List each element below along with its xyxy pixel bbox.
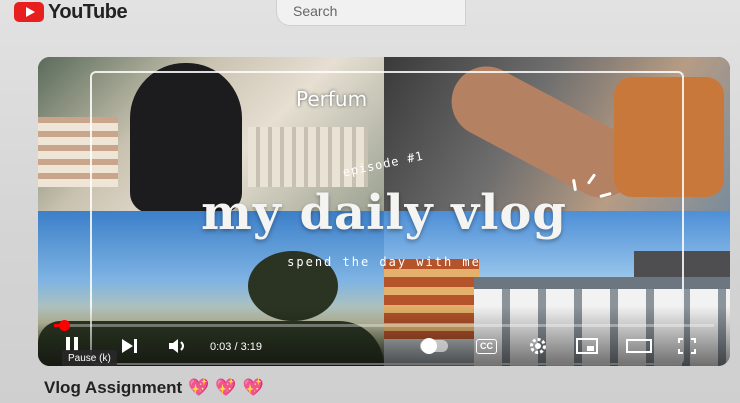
time-display: 0:03 / 3:19 [210, 341, 262, 353]
pause-tooltip: Pause (k) [62, 350, 117, 366]
next-icon [122, 339, 137, 353]
next-button[interactable] [120, 335, 138, 357]
fullscreen-button[interactable] [678, 335, 696, 357]
video-title: Vlog Assignment [44, 378, 183, 397]
current-time: 0:03 [210, 341, 232, 353]
autoplay-toggle-icon [420, 338, 448, 354]
overlay-label: Perfum [296, 87, 368, 111]
youtube-logo[interactable]: YouTube [14, 0, 128, 23]
heart-icon: 💖 [188, 378, 210, 397]
duration: 3:19 [240, 341, 263, 353]
progress-bar[interactable] [54, 320, 714, 331]
theater-mode-button[interactable] [626, 335, 652, 357]
autoplay-toggle[interactable] [420, 335, 448, 357]
progress-thumb[interactable] [58, 320, 70, 331]
fullscreen-icon [678, 338, 696, 354]
video-title-row: Vlog Assignment 💖 💖 💖 [44, 378, 264, 398]
time-separator: / [234, 341, 238, 353]
youtube-logo-icon [14, 2, 44, 22]
volume-button[interactable] [168, 335, 188, 357]
video-overlay-title: my daily vlog [201, 185, 567, 241]
settings-gear-icon [530, 338, 546, 354]
settings-button[interactable] [528, 335, 548, 357]
cc-button[interactable]: CC [476, 335, 497, 357]
miniplayer-icon [576, 338, 598, 354]
top-bar: YouTube Search [0, 0, 740, 34]
miniplayer-button[interactable] [576, 335, 598, 357]
heart-icon: 💖 [215, 378, 237, 397]
video-player[interactable]: Perfum episode #1 my daily vlog spend th… [38, 57, 730, 366]
logo-text: YouTube [48, 0, 128, 23]
video-overlay-subtitle: spend the day with me [287, 255, 481, 269]
heart-icon: 💖 [242, 378, 264, 397]
volume-icon [169, 339, 184, 353]
theater-icon [626, 339, 652, 353]
cc-icon: CC [476, 338, 497, 354]
search-input[interactable]: Search [276, 0, 466, 26]
